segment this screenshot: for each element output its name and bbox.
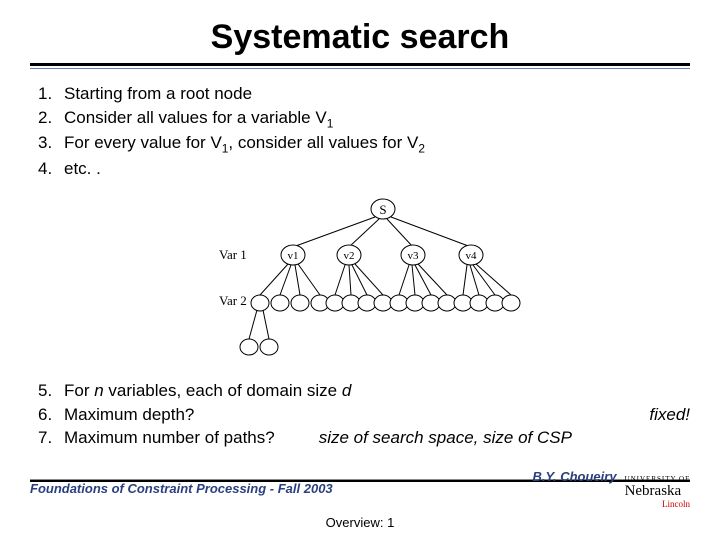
list-text: Starting from a root node [64,83,252,106]
list-item: 4. etc. . [38,158,690,181]
answer-text: size of search space, size of CSP [319,427,572,450]
list-item: 1. Starting from a root node [38,83,690,106]
list-text: Maximum depth? [64,404,194,427]
university-bottom: Lincoln [625,500,690,508]
list-num: 5. [38,380,64,403]
var2-label: Var 2 [219,293,247,308]
list-text: etc. . [64,158,101,181]
list-item: 3. For every value for V1, consider all … [38,132,690,156]
list-num: 4. [38,158,64,181]
university-name: Nebraska [625,483,682,499]
list-num: 7. [38,427,64,450]
list-item: 6. Maximum depth? fixed! [38,404,690,427]
list-item: 7. Maximum number of paths? size of sear… [38,427,690,450]
list-item: 2. Consider all values for a variable V1 [38,107,690,131]
cluster-3 [390,264,456,311]
var1-label: Var 1 [219,247,247,262]
svg-text:v1: v1 [288,250,299,262]
footer-right: B.Y. Choueiry UNIVERSITY OF Nebraska Lin… [533,469,690,508]
list-text: For n variables, each of domain size d [64,380,351,403]
list-text: For every value for V1, consider all val… [64,132,425,156]
list-num: 6. [38,404,64,427]
title-rule-thin [30,68,690,69]
answer-text: fixed! [649,404,690,427]
svg-text:v2: v2 [344,250,355,262]
footer-left: Foundations of Constraint Processing - F… [30,481,333,496]
root-label-text: S [379,202,386,217]
cluster-1 [240,264,329,355]
tree-diagram: S Var 1 v1 v2 v3 v4 Var 2 [30,195,690,370]
university-logo: UNIVERSITY OF Nebraska Lincoln [625,477,690,508]
cluster-4 [454,264,520,311]
slide-footer: Foundations of Constraint Processing - F… [30,469,690,508]
list-item: 5. For n variables, each of domain size … [38,380,690,403]
svg-text:v3: v3 [408,250,420,262]
cluster-2 [326,264,392,311]
slide-number: Overview: 1 [0,515,720,530]
list-num: 1. [38,83,64,106]
title-rule [30,63,690,66]
list-num: 3. [38,132,64,156]
slide-title: Systematic search [30,18,690,57]
top-list: 1. Starting from a root node 2. Consider… [38,83,690,181]
footer-author: B.Y. Choueiry [533,469,617,484]
list-text: Maximum number of paths? [64,427,275,450]
bottom-list: 5. For n variables, each of domain size … [38,380,690,450]
svg-text:v4: v4 [466,250,478,262]
list-text: Consider all values for a variable V1 [64,107,333,131]
list-num: 2. [38,107,64,131]
